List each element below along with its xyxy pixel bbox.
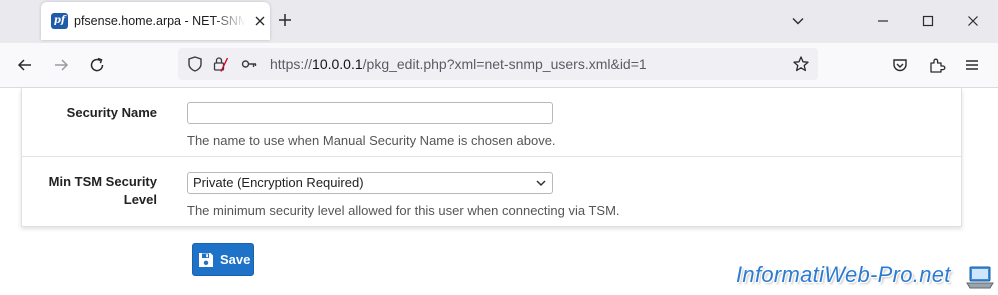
reload-icon[interactable] (88, 56, 106, 74)
min-tsm-label-line2: Level (123, 192, 157, 207)
form-panel: Security Name The name to use when Manua… (21, 88, 962, 227)
security-name-help: The name to use when Manual Security Nam… (187, 133, 556, 148)
security-name-label: Security Name (66, 105, 157, 120)
bookmark-star-icon[interactable] (792, 55, 810, 73)
selected-option: Private (Encryption Required) (193, 175, 364, 190)
close-tab-icon[interactable] (253, 14, 267, 28)
url-host: 10.0.0.1 (312, 56, 363, 72)
tab-strip: pf pfsense.home.arpa - NET-SNMP (0, 0, 998, 43)
save-button-label: Save (220, 252, 251, 267)
back-arrow-icon[interactable] (16, 56, 34, 74)
pocket-icon[interactable] (891, 56, 909, 74)
chevron-down-icon (536, 180, 546, 187)
row-divider (22, 156, 961, 157)
list-all-tabs-icon[interactable] (791, 14, 805, 28)
min-tsm-label-line1: Min TSM Security (48, 174, 157, 189)
min-tsm-security-level-label: Min TSM Security Level (22, 173, 157, 209)
address-bar[interactable]: https://10.0.0.1/pkg_edit.php?xml=net-sn… (178, 48, 818, 80)
url-prefix: https:// (270, 56, 313, 72)
tracking-protection-shield-icon[interactable] (186, 55, 204, 73)
minimize-icon[interactable] (876, 14, 890, 28)
laptop-logo-icon (966, 266, 994, 289)
insecure-lock-icon[interactable] (211, 55, 229, 73)
page-content: Security Name The name to use when Manua… (0, 88, 998, 295)
watermark-text: InformatiWeb-Pro.net (736, 262, 951, 287)
min-tsm-security-level-select[interactable]: Private (Encryption Required) (187, 172, 553, 194)
min-tsm-help: The minimum security level allowed for t… (187, 203, 620, 218)
browser-tab[interactable]: pf pfsense.home.arpa - NET-SNMP (41, 2, 270, 40)
navigation-bar: https://10.0.0.1/pkg_edit.php?xml=net-sn… (0, 43, 998, 88)
extensions-puzzle-icon[interactable] (928, 56, 946, 74)
pfsense-favicon-icon: pf (51, 13, 68, 29)
menu-hamburger-icon[interactable] (963, 56, 981, 74)
maximize-icon[interactable] (921, 14, 935, 28)
security-name-input[interactable] (187, 102, 553, 124)
key-permissions-icon[interactable] (240, 55, 258, 73)
forward-arrow-icon[interactable] (52, 56, 70, 74)
tab-title: pfsense.home.arpa - NET-SNMP (74, 14, 246, 28)
save-button[interactable]: Save (192, 243, 254, 276)
floppy-disk-icon (199, 253, 213, 267)
close-window-icon[interactable] (966, 14, 980, 28)
new-tab-icon[interactable] (277, 12, 293, 28)
url-path: /pkg_edit.php?xml=net-snmp_users.xml&id=… (362, 56, 647, 72)
url-text[interactable]: https://10.0.0.1/pkg_edit.php?xml=net-sn… (270, 56, 647, 72)
